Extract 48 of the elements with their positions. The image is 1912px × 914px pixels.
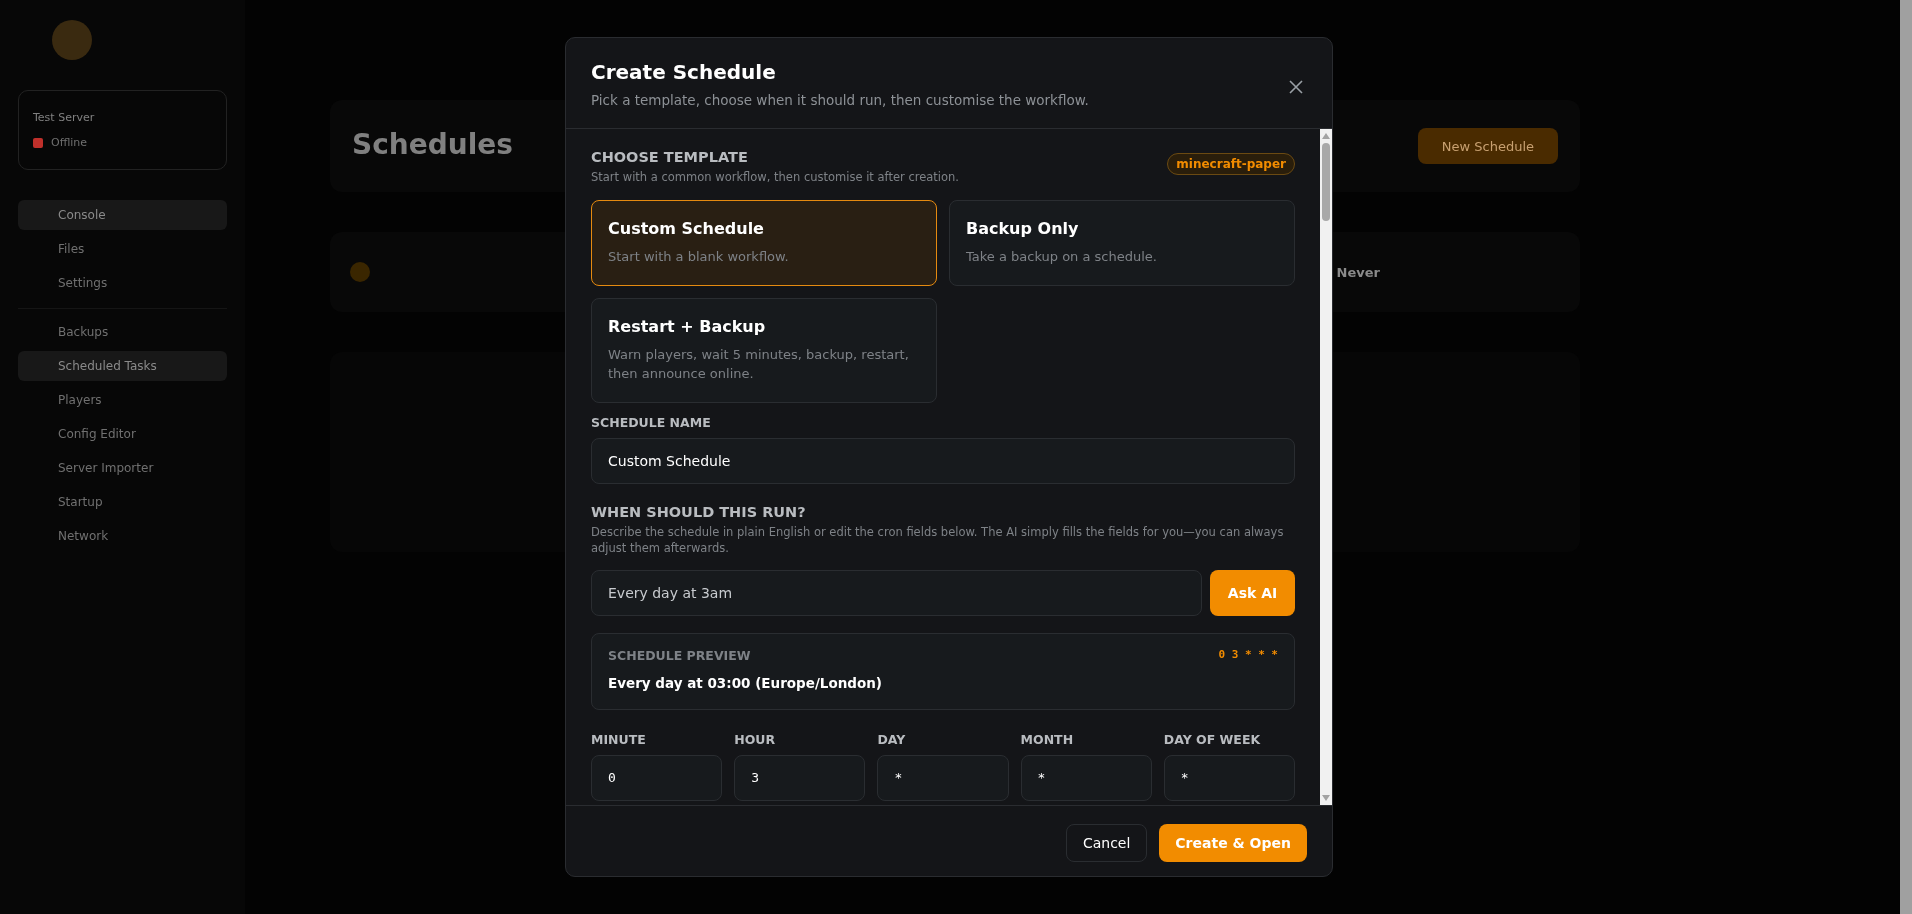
- sidebar-item[interactable]: Server Importer: [18, 453, 227, 483]
- stat-value: Never: [1336, 264, 1380, 280]
- field-label: MONTH: [1020, 731, 1075, 747]
- template-card[interactable]: Backup Only Take a backup on a schedule.: [949, 200, 1295, 286]
- preview-label: SCHEDULE PREVIEW: [608, 647, 751, 663]
- template-description: Start with a blank workflow.: [608, 248, 790, 267]
- template-title: Restart + Backup: [608, 316, 767, 336]
- template-title: Backup Only: [966, 219, 1080, 239]
- sidebar-item[interactable]: Backups: [18, 317, 227, 347]
- section-heading: WHEN SHOULD THIS RUN?: [591, 503, 807, 520]
- new-schedule-button[interactable]: New Schedule: [1417, 128, 1558, 164]
- field-label: MINUTE: [591, 731, 647, 747]
- field-label: HOUR: [734, 731, 777, 747]
- section-heading: CHOOSE TEMPLATE: [591, 149, 749, 165]
- section-hint: Start with a common workflow, then customise it after creation.: [591, 169, 959, 186]
- field-label: DAY: [877, 731, 907, 747]
- preview-text: Every day at 03:00 (Europe/London): [608, 674, 884, 691]
- sidebar-item[interactable]: Network: [18, 521, 227, 551]
- cron-field[interactable]: *: [877, 754, 1009, 801]
- template-description: Warn players, wait 5 minutes, backup, restart, then announce online.: [608, 345, 910, 383]
- cron-field[interactable]: *: [1020, 754, 1152, 801]
- cron-field[interactable]: *: [1163, 754, 1295, 801]
- section-hint: Describe the schedule in plain English or edit the cron fields below. The AI simply fills the fields for you—you can always adjust them afterwards.: [591, 523, 1285, 556]
- template-card[interactable]: Restart + Backup Warn players, wait 5 minutes, backup, restart, then announce online.: [591, 297, 937, 403]
- server-name: Test Server: [33, 111, 96, 124]
- sidebar-item[interactable]: Config Editor: [18, 419, 227, 449]
- template-title: Custom Schedule: [608, 219, 765, 239]
- server-type-tag: minecraft-paper: [1167, 153, 1295, 175]
- sidebar-item[interactable]: Files: [18, 234, 227, 264]
- cancel-button[interactable]: Cancel: [1065, 824, 1148, 862]
- sidebar-item[interactable]: Settings: [18, 268, 227, 298]
- server-status: Offline: [51, 136, 88, 149]
- field-label: DAY OF WEEK: [1163, 731, 1262, 747]
- cron-field[interactable]: 0: [591, 754, 723, 801]
- sidebar-item[interactable]: Players: [18, 385, 227, 415]
- field-label: SCHEDULE NAME: [591, 414, 712, 430]
- template-description: Take a backup on a schedule.: [966, 248, 1158, 267]
- template-card[interactable]: Custom Schedule Start with a blank workflow.: [591, 200, 937, 286]
- schedule-name-field[interactable]: Custom Schedule: [591, 437, 1295, 484]
- sidebar-item[interactable]: Scheduled Tasks: [18, 351, 227, 381]
- page-title: Schedules: [352, 128, 513, 161]
- dialog-title: Create Schedule: [591, 60, 777, 84]
- sidebar-item[interactable]: Console: [18, 200, 227, 230]
- sidebar-item[interactable]: Startup: [18, 487, 227, 517]
- cron-expression: 0 3 * * *: [1218, 647, 1278, 663]
- cron-field[interactable]: 3: [734, 754, 866, 801]
- schedule-prompt-field[interactable]: Every day at 3am: [591, 569, 1202, 616]
- dialog-subtitle: Pick a template, choose when it should run, then customise the workflow.: [591, 92, 1089, 108]
